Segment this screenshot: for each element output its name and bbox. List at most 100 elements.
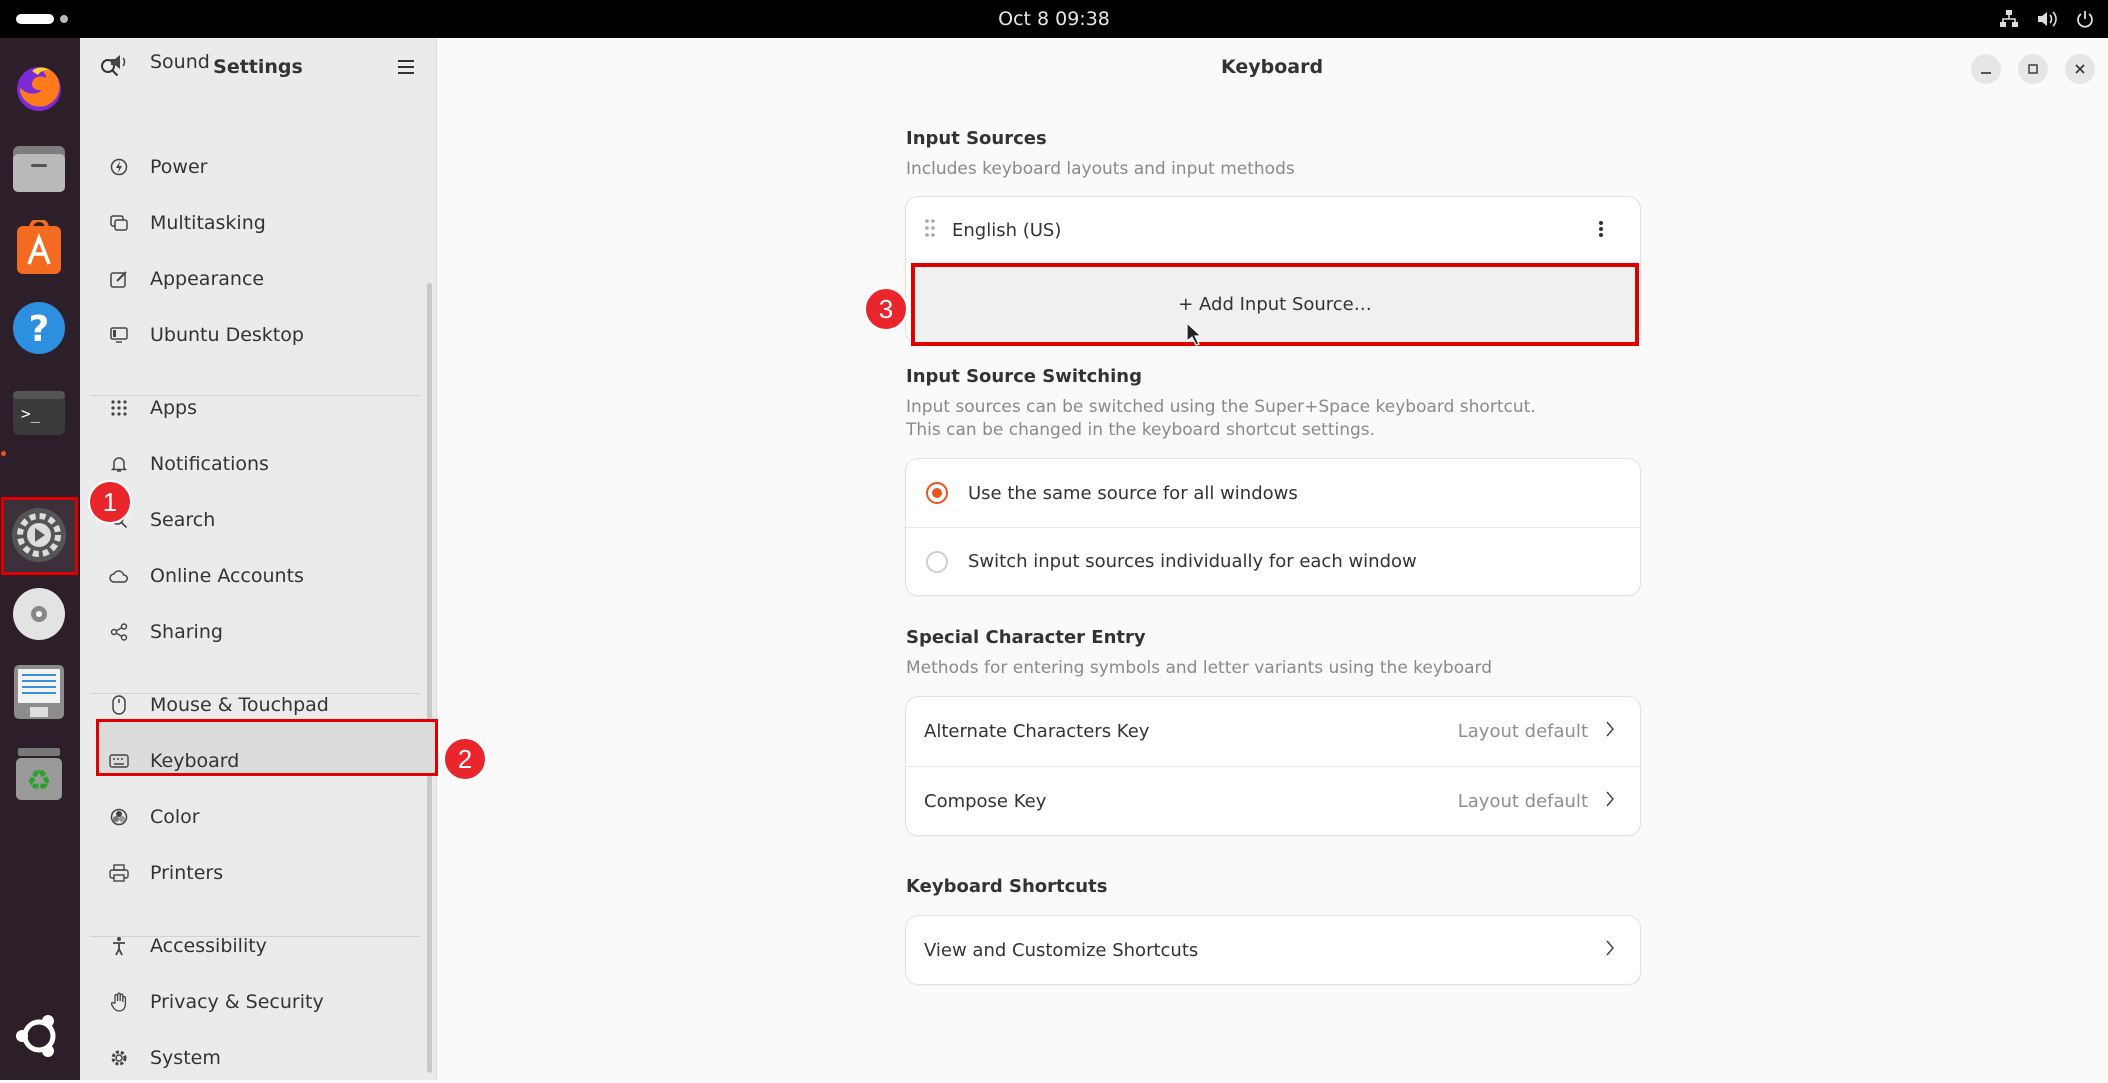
firefox-icon[interactable] xyxy=(9,58,69,118)
hand-icon xyxy=(108,991,130,1013)
sidebar-item-search[interactable]: Search xyxy=(100,495,412,545)
svg-text:>_: >_ xyxy=(21,404,41,423)
switching-title: Input Source Switching xyxy=(906,366,1142,387)
terminal-icon[interactable]: >_ xyxy=(9,383,69,443)
sidebar-separator xyxy=(90,693,420,694)
sidebar-item-keyboard[interactable]: Keyboard xyxy=(100,736,412,786)
drag-handle-icon[interactable] xyxy=(924,218,936,243)
shortcuts-card: View and Customize Shortcuts xyxy=(906,916,1640,984)
input-source-label: English (US) xyxy=(952,219,1062,241)
sidebar-item-system[interactable]: System xyxy=(100,1033,412,1083)
same-source-radio[interactable] xyxy=(926,482,948,504)
text-editor-icon[interactable] xyxy=(9,662,69,722)
accessibility-icon xyxy=(108,935,130,957)
chevron-right-icon xyxy=(1606,721,1614,742)
sidebar-item-power[interactable]: Power xyxy=(100,142,412,192)
app-center-icon[interactable] xyxy=(9,218,69,278)
dock: ? >_ ♻ xyxy=(0,38,80,1080)
multitasking-icon xyxy=(108,212,130,234)
sidebar-item-apps[interactable]: Apps xyxy=(100,383,412,433)
input-sources-subtitle: Includes keyboard layouts and input meth… xyxy=(906,159,1295,179)
network-icon[interactable] xyxy=(1998,8,2020,30)
sidebar-item-label: Online Accounts xyxy=(150,565,304,587)
sidebar-item-label: Mouse & Touchpad xyxy=(150,694,329,716)
individual-source-label: Switch input sources individually for ea… xyxy=(968,551,1417,572)
sidebar-item-label: Apps xyxy=(150,397,198,419)
disc-icon[interactable] xyxy=(9,584,69,644)
individual-source-option[interactable]: Switch input sources individually for ea… xyxy=(906,528,1640,595)
view-shortcuts-row[interactable]: View and Customize Shortcuts xyxy=(906,916,1640,984)
sidebar-item-sharing[interactable]: Sharing xyxy=(100,607,412,657)
sidebar-item-label: Keyboard xyxy=(150,750,240,772)
add-input-source-label: + Add Input Source… xyxy=(1178,294,1372,315)
sidebar-separator xyxy=(90,395,420,396)
individual-source-radio[interactable] xyxy=(926,550,948,573)
shortcuts-title: Keyboard Shortcuts xyxy=(906,876,1108,897)
sidebar-item-online-accounts[interactable]: Online Accounts xyxy=(100,551,412,601)
sidebar-item-sound[interactable]: Sound xyxy=(100,49,412,73)
sidebar-item-label: Privacy & Security xyxy=(150,991,324,1013)
sidebar-item-label: Ubuntu Desktop xyxy=(150,324,304,346)
sidebar-item-label: Sharing xyxy=(150,621,223,643)
same-source-option[interactable]: Use the same source for all windows xyxy=(906,459,1640,527)
compose-key-label: Compose Key xyxy=(924,790,1047,812)
special-char-subtitle: Methods for entering symbols and letter … xyxy=(906,658,1493,678)
cloud-icon xyxy=(108,565,130,587)
sidebar-item-appearance[interactable]: Appearance xyxy=(100,254,412,304)
same-source-label: Use the same source for all windows xyxy=(968,482,1298,504)
sound-icon xyxy=(108,51,130,73)
power-icon xyxy=(108,156,130,178)
apps-icon xyxy=(108,397,130,419)
special-char-card: Alternate Characters Key Layout default … xyxy=(906,697,1640,835)
page-title: Keyboard xyxy=(1220,56,1324,78)
annotation-badge-1: 1 xyxy=(88,480,132,524)
trash-icon[interactable]: ♻ xyxy=(9,744,69,804)
sidebar-item-label: Color xyxy=(150,806,200,828)
appearance-icon xyxy=(108,268,130,290)
close-button[interactable] xyxy=(2065,54,2095,84)
sidebar-item-ubuntu-desktop[interactable]: Ubuntu Desktop xyxy=(100,310,412,360)
switching-subtitle-2: This can be changed in the keyboard shor… xyxy=(906,420,1376,440)
compose-key-row[interactable]: Compose Key Layout default xyxy=(906,767,1640,835)
ubuntu-logo-icon[interactable] xyxy=(9,1006,69,1066)
volume-icon[interactable] xyxy=(2036,8,2058,30)
minimize-button[interactable] xyxy=(1971,54,2001,84)
alternate-chars-value: Layout default xyxy=(1457,721,1588,742)
color-icon xyxy=(108,806,130,828)
sidebar-item-color[interactable]: Color xyxy=(100,792,412,842)
sidebar-item-printers[interactable]: Printers xyxy=(100,848,412,898)
switching-card: Use the same source for all windows Swit… xyxy=(906,459,1640,595)
sidebar-item-multitasking[interactable]: Multitasking xyxy=(100,198,412,248)
sidebar-item-notifications[interactable]: Notifications xyxy=(100,439,412,489)
svg-text:♻: ♻ xyxy=(26,764,51,797)
sidebar-item-accessibility[interactable]: Accessibility xyxy=(100,921,412,971)
input-source-row[interactable]: English (US) xyxy=(906,197,1640,263)
compose-key-value: Layout default xyxy=(1457,790,1588,812)
mouse-cursor xyxy=(1186,321,1203,350)
sidebar-item-mouse-touchpad[interactable]: Mouse & Touchpad xyxy=(100,680,412,730)
clock[interactable]: Oct 8 09:38 xyxy=(0,0,2108,38)
share-icon xyxy=(108,621,130,643)
sidebar-item-label: Notifications xyxy=(150,453,269,475)
view-shortcuts-label: View and Customize Shortcuts xyxy=(924,939,1199,961)
maximize-button[interactable] xyxy=(2018,54,2048,84)
mouse-icon xyxy=(108,694,130,716)
chevron-right-icon xyxy=(1606,791,1614,812)
sidebar-item-label: Power xyxy=(150,156,208,178)
power-icon[interactable] xyxy=(2074,8,2096,30)
files-icon[interactable] xyxy=(9,138,69,198)
gear-icon xyxy=(108,1047,130,1069)
chevron-right-icon xyxy=(1606,940,1614,961)
settings-icon[interactable] xyxy=(9,505,69,565)
sidebar-scrollbar[interactable] xyxy=(427,283,432,1073)
system-tray[interactable] xyxy=(1998,0,2096,38)
special-char-title: Special Character Entry xyxy=(906,627,1146,648)
more-options-icon[interactable] xyxy=(1598,219,1604,244)
add-input-source-button[interactable]: + Add Input Source… xyxy=(911,263,1639,346)
sidebar-item-label: Sound xyxy=(150,51,210,73)
sidebar-item-privacy-security[interactable]: Privacy & Security xyxy=(100,977,412,1027)
help-icon[interactable]: ? xyxy=(9,298,69,358)
alternate-chars-row[interactable]: Alternate Characters Key Layout default xyxy=(906,697,1640,766)
svg-text:?: ? xyxy=(29,309,50,350)
annotation-badge-2: 2 xyxy=(443,737,487,781)
